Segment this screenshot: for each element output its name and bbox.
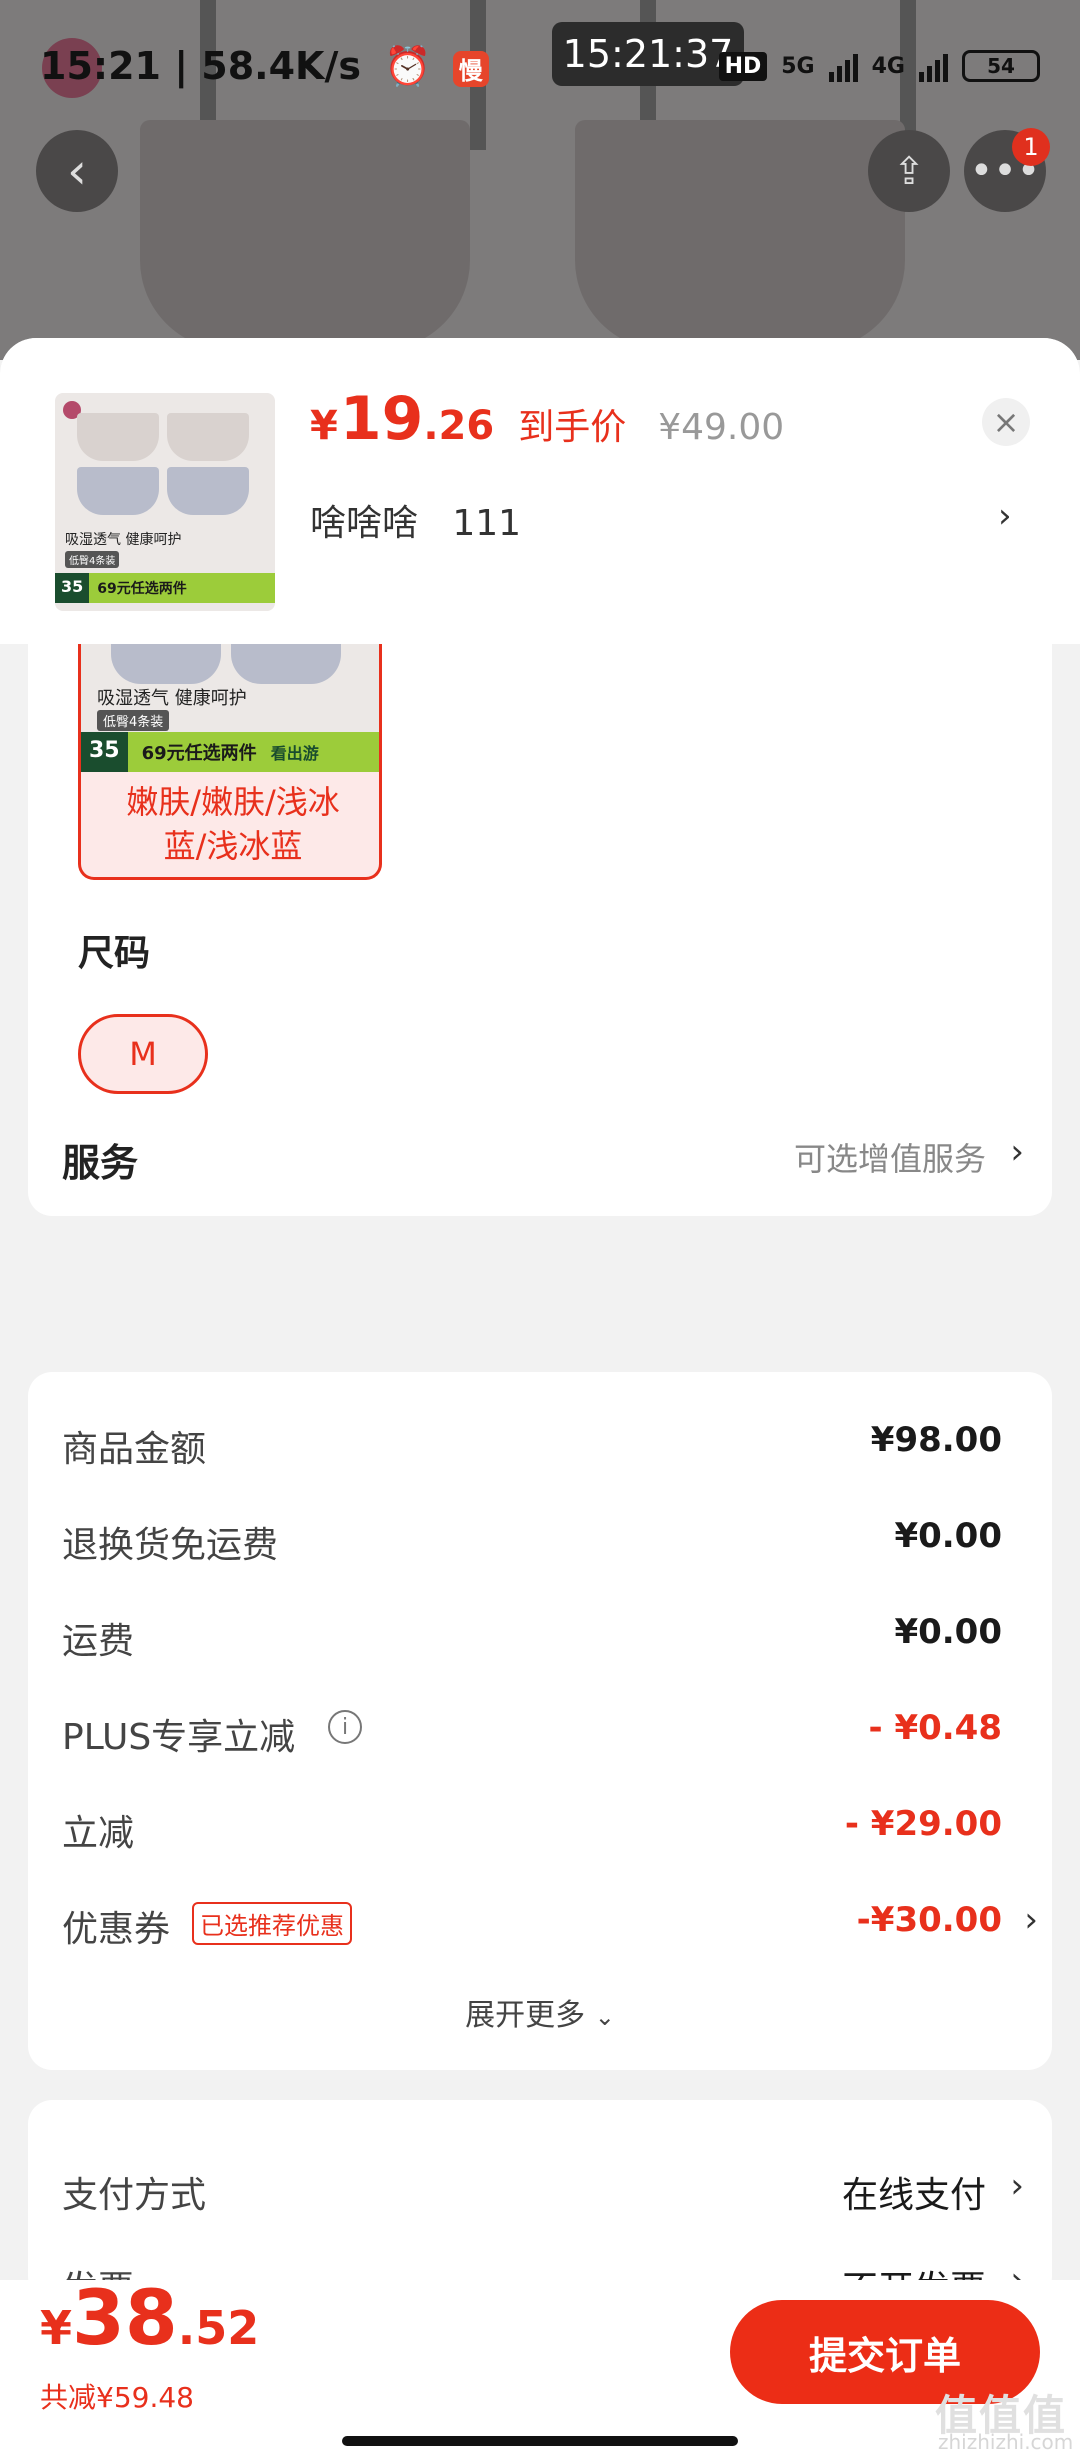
total-decimal: .52 [177, 2301, 260, 2355]
signal-icon [828, 50, 858, 82]
home-indicator[interactable] [342, 2436, 738, 2446]
price-summary: ¥ 19 .26 到手价 ¥49.00 [310, 384, 784, 454]
info-icon[interactable]: i [328, 1710, 362, 1744]
price-breakdown-card: 商品金额 ¥98.00 退换货免运费 ¥0.00 运费 ¥0.00 PLUS专享… [28, 1372, 1052, 2070]
service-value: 可选增值服务 [793, 1140, 986, 1178]
sheet-header: 吸湿透气 健康呵护 低臀4条装 35 69元任选两件 ¥ 19 .26 到手价 … [0, 338, 1080, 644]
net-5g: 5G [781, 53, 815, 79]
price-integer: 19 [339, 384, 424, 454]
spec-chevron-icon: › [998, 496, 1012, 536]
back-button[interactable]: ‹ [36, 130, 118, 212]
payment-method-value[interactable]: 在线支付 [842, 2166, 986, 2218]
total-currency: ¥ [40, 2301, 73, 2355]
center-clock: 15:21:37 [552, 22, 744, 86]
original-price: ¥49.00 [658, 407, 785, 448]
hd-icon: HD [718, 51, 768, 81]
variant-option-selected[interactable]: 吸湿透气 健康呵护 低臀4条装 35 69元任选两件 看出游 嫩肤/嫩肤/浅冰蓝… [78, 644, 382, 880]
net-4g: 4G [871, 53, 905, 79]
variant-promo-bar: 35 69元任选两件 看出游 [81, 732, 379, 772]
panty-blue [167, 467, 249, 515]
battery-level: 54 [987, 54, 1015, 78]
plus-discount-label: PLUS专享立减 [62, 1717, 296, 1758]
close-icon: × [992, 403, 1020, 441]
size-option-m[interactable]: M [78, 1014, 208, 1094]
service-row[interactable]: 服务 可选增值服务 › [28, 1098, 1052, 1216]
panty-beige [77, 413, 159, 461]
coupon-label: 优惠券 [62, 1909, 171, 1950]
variant-label: 嫩肤/嫩肤/浅冰蓝/浅冰蓝 [126, 783, 340, 865]
variant-caption: 吸湿透气 健康呵护 [97, 688, 247, 709]
chevron-down-icon: ⌄ [594, 2003, 615, 2031]
instant-discount-label: 立减 [62, 1813, 135, 1854]
price-currency: ¥ [310, 403, 338, 449]
shipping-label: 运费 [62, 1621, 135, 1662]
goods-amount-value: ¥98.00 [870, 1420, 1002, 1460]
status-bar: 15:21 | 58.4K/s ⏰ 慢 15:21:37 HD 5G 4G 54 [0, 0, 1080, 130]
close-button[interactable]: × [982, 398, 1030, 446]
payment-method-label: 支付方式 [62, 2175, 207, 2216]
coupon-value[interactable]: -¥30.00 [857, 1900, 1002, 1940]
payment-card: 支付方式 在线支付 › 发票 不开发票 › [28, 2100, 1052, 2310]
price-decimal: .26 [423, 403, 495, 449]
coupon-chevron-icon[interactable]: › [1024, 1900, 1038, 1940]
variant-promo-price: 35 [81, 732, 128, 772]
battery-icon: 54 [962, 50, 1040, 82]
alarm-icon: ⏰ [384, 44, 432, 88]
notification-badge: 1 [1012, 128, 1050, 166]
plus-discount-value: - ¥0.48 [868, 1708, 1003, 1748]
share-button[interactable]: ⇪ [868, 130, 950, 212]
status-left: 15:21 | 58.4K/s ⏰ 慢 [40, 44, 489, 89]
service-label: 服务 [62, 1141, 139, 1185]
coupon-badge: 已选推荐优惠 [192, 1902, 352, 1945]
back-icon: ‹ [67, 142, 87, 200]
shipping-value: ¥0.00 [894, 1612, 1002, 1652]
product-image-right [575, 120, 905, 350]
service-chevron-icon: › [1010, 1132, 1024, 1172]
variant-tag: 低臀4条装 [97, 710, 170, 731]
size-title: 尺码 [78, 933, 151, 974]
expand-more-button[interactable]: 展开更多 ⌄ [28, 1990, 1052, 2034]
thumb-tag: 低臀4条装 [65, 551, 120, 568]
total-integer: 38 [72, 2273, 178, 2362]
total-saved: 共减¥59.48 [40, 2381, 194, 2414]
panty-blue [111, 644, 221, 684]
total-price: ¥ 38 .52 [40, 2280, 259, 2356]
variant-promo-brand: 看出游 [270, 744, 319, 763]
product-thumbnail[interactable]: 吸湿透气 健康呵护 低臀4条装 35 69元任选两件 [55, 393, 275, 611]
signal-icon-2 [919, 50, 948, 82]
return-shipping-value: ¥0.00 [894, 1516, 1002, 1556]
expand-more-label: 展开更多 [465, 1998, 586, 2033]
payment-chevron-icon[interactable]: › [1010, 2166, 1024, 2206]
status-time-speed: 15:21 | 58.4K/s [40, 44, 361, 88]
instant-discount-value: - ¥29.00 [844, 1804, 1002, 1844]
slow-badge: 慢 [452, 50, 489, 87]
thumb-caption: 吸湿透气 健康呵护 [65, 532, 182, 548]
thumb-promo-bar: 35 69元任选两件 [55, 573, 275, 603]
thumb-promo-text: 69元任选两件 [97, 581, 187, 597]
panty-blue [77, 467, 159, 515]
return-shipping-label: 退换货免运费 [62, 1525, 279, 1566]
share-icon: ⇪ [893, 149, 925, 193]
selected-spec[interactable]: 啥啥啥 111 [310, 494, 521, 546]
status-right: HD 5G 4G 54 [718, 50, 1040, 82]
watermark-sub: zhizhizhi.com [938, 2430, 1074, 2454]
panty-beige [167, 413, 249, 461]
variant-image: 吸湿透气 健康呵护 低臀4条装 35 69元任选两件 看出游 [81, 644, 379, 772]
panty-blue [231, 644, 341, 684]
thumb-promo-price: 35 [55, 573, 90, 603]
price-label: 到手价 [518, 407, 627, 448]
variant-promo-text: 69元任选两件 [141, 743, 257, 764]
product-image-left [140, 120, 470, 350]
goods-amount-label: 商品金额 [62, 1429, 207, 1470]
